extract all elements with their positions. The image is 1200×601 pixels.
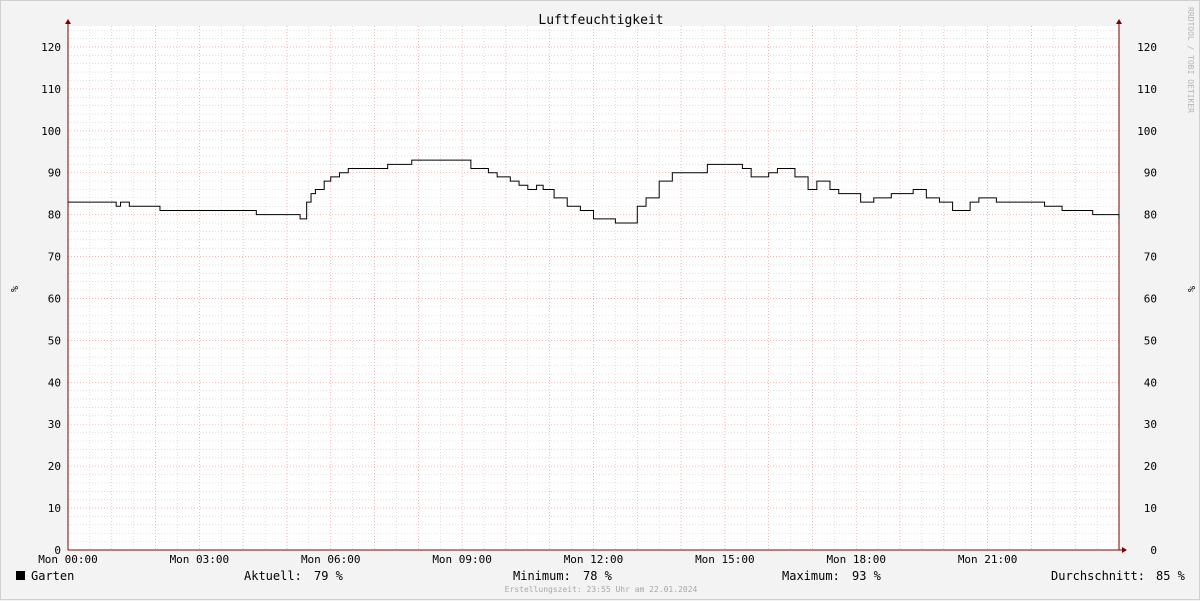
y-tick-label-left: 10: [48, 502, 61, 515]
y-tick-label-left: 80: [48, 209, 61, 222]
y-tick-label-left: 50: [48, 334, 61, 347]
y-axis-right-arrow-icon: [1116, 19, 1122, 24]
x-tick-label: Mon 12:00: [564, 553, 624, 566]
legend-maximum-value: 93 %: [852, 569, 881, 583]
legend-current-value: 79 %: [314, 569, 343, 583]
legend-series-name: Garten: [31, 569, 75, 583]
legend-minimum-value: 78 %: [583, 569, 612, 583]
y-tick-label-right: 20: [1144, 460, 1157, 473]
x-tick-label: Mon 18:00: [826, 553, 886, 566]
x-tick-label: Mon 03:00: [170, 553, 230, 566]
y-tick-label-right: 0: [1150, 544, 1157, 557]
y-tick-label-right: 90: [1144, 167, 1157, 180]
y-axis-label-right: %: [1185, 286, 1196, 292]
chart-frame: 0 0 10 10 20 20 30 30 40 40 50 50 60 60 70 70 80 80 90 90 10…: [0, 0, 1200, 600]
x-tick-label: Mon 15:00: [695, 553, 755, 566]
y-tick-label-left: 120: [41, 41, 61, 54]
watermark: RRDTOOL / TOBI OETIKER: [1186, 7, 1195, 113]
y-tick-label-right: 110: [1137, 83, 1157, 96]
x-tick-label: Mon 00:00: [38, 553, 98, 566]
y-tick-label-left: 30: [48, 418, 61, 431]
x-axis-arrow-icon: [1122, 547, 1127, 553]
y-tick-label-right: 80: [1144, 209, 1157, 222]
y-axis-label-left: %: [8, 286, 19, 292]
x-tick-label: Mon 21:00: [958, 553, 1018, 566]
chart-title: Luftfeuchtigkeit: [538, 13, 663, 28]
y-tick-label-right: 30: [1144, 418, 1157, 431]
legend-minimum-label: Minimum:: [513, 569, 571, 583]
footer-timestamp: Erstellungszeit: 23:55 Uhr am 22.01.2024: [504, 585, 698, 594]
y-tick-label-right: 40: [1144, 376, 1157, 389]
legend-current-label: Aktuell:: [244, 569, 302, 583]
y-tick-label-left: 20: [48, 460, 61, 473]
y-tick-label-right: 60: [1144, 292, 1157, 305]
y-tick-label-left: 110: [41, 83, 61, 96]
x-tick-label: Mon 06:00: [301, 553, 361, 566]
y-tick-label-right: 100: [1137, 125, 1157, 138]
legend-maximum-label: Maximum:: [782, 569, 840, 583]
y-tick-label-left: 60: [48, 292, 61, 305]
legend-average-label: Durchschnitt:: [1051, 569, 1145, 583]
y-tick-label-right: 120: [1137, 41, 1157, 54]
legend-average-value: 85 %: [1156, 569, 1185, 583]
y-tick-label-right: 10: [1144, 502, 1157, 515]
legend-row: Garten Aktuell: 79 % Minimum: 78 % Maxim…: [1, 567, 1200, 585]
y-tick-label-left: 70: [48, 251, 61, 264]
y-tick-label-left: 40: [48, 376, 61, 389]
y-axis-left-arrow-icon: [65, 19, 71, 24]
x-tick-label: Mon 09:00: [432, 553, 492, 566]
legend-swatch: [16, 571, 25, 580]
y-tick-label-left: 90: [48, 167, 61, 180]
y-tick-label-left: 100: [41, 125, 61, 138]
y-tick-label-right: 70: [1144, 251, 1157, 264]
humidity-chart: 0 010 1020 2030 3040 4050 5060 6070 7080 8090 9010…: [8, 7, 1196, 566]
y-tick-label-right: 50: [1144, 334, 1157, 347]
